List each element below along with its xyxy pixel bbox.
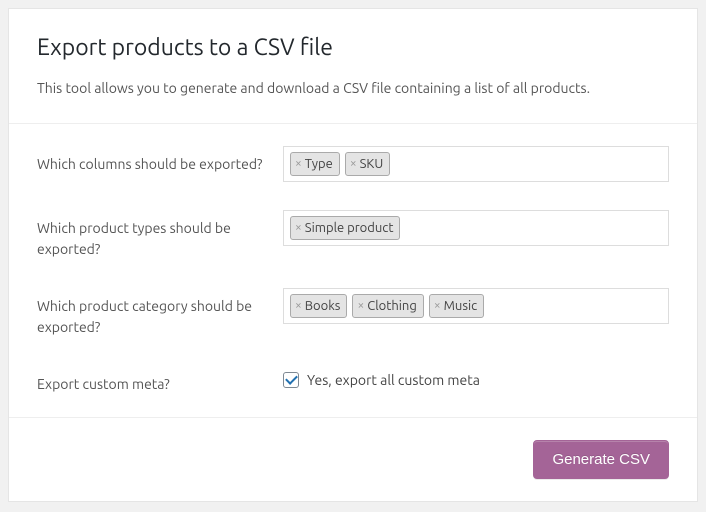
row-columns: Which columns should be exported? × Type… <box>9 132 697 196</box>
row-categories: Which product category should be exporte… <box>9 274 697 352</box>
generate-csv-button[interactable]: Generate CSV <box>533 440 669 479</box>
meta-checkbox-label[interactable]: Yes, export all custom meta <box>307 372 480 388</box>
close-icon[interactable]: × <box>434 300 441 312</box>
panel-body: Which columns should be exported? × Type… <box>9 123 697 418</box>
row-meta: Export custom meta? Yes, export all cust… <box>9 352 697 409</box>
tag-simple-product[interactable]: × Simple product <box>290 216 400 240</box>
tag-label: Clothing <box>367 297 417 315</box>
types-input[interactable]: × Simple product <box>283 210 669 246</box>
tag-clothing[interactable]: × Clothing <box>352 294 423 318</box>
label-categories: Which product category should be exporte… <box>37 288 283 338</box>
tag-label: Simple product <box>305 219 394 237</box>
label-meta: Export custom meta? <box>37 366 283 395</box>
tag-books[interactable]: × Books <box>290 294 347 318</box>
tag-label: Type <box>305 155 333 173</box>
close-icon[interactable]: × <box>357 300 364 312</box>
label-columns: Which columns should be exported? <box>37 146 283 175</box>
panel-footer: Generate CSV <box>9 418 697 501</box>
tag-label: Books <box>305 297 341 315</box>
panel-header: Export products to a CSV file This tool … <box>9 9 697 123</box>
row-types: Which product types should be exported? … <box>9 196 697 274</box>
label-types: Which product types should be exported? <box>37 210 283 260</box>
meta-checkbox[interactable] <box>283 372 299 388</box>
close-icon[interactable]: × <box>295 222 302 234</box>
tag-label: Music <box>444 297 478 315</box>
close-icon[interactable]: × <box>350 158 357 170</box>
export-panel: Export products to a CSV file This tool … <box>8 8 698 502</box>
tag-label: SKU <box>360 155 384 173</box>
columns-input[interactable]: × Type × SKU <box>283 146 669 182</box>
page-title: Export products to a CSV file <box>37 35 669 60</box>
tag-type[interactable]: × Type <box>290 152 340 176</box>
tag-music[interactable]: × Music <box>429 294 484 318</box>
page-description: This tool allows you to generate and dow… <box>37 78 669 99</box>
close-icon[interactable]: × <box>295 158 302 170</box>
categories-input[interactable]: × Books × Clothing × Music <box>283 288 669 324</box>
close-icon[interactable]: × <box>295 300 302 312</box>
tag-sku[interactable]: × SKU <box>345 152 390 176</box>
